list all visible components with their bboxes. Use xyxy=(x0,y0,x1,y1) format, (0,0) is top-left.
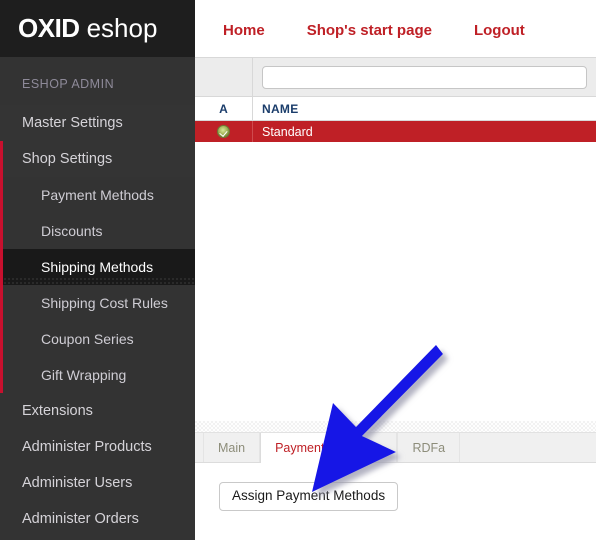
list-filter-row xyxy=(195,58,596,97)
column-header-name[interactable]: NAME xyxy=(253,97,596,120)
logo-oxid-text: OXID xyxy=(18,13,80,43)
sidebar-item-discounts[interactable]: Discounts xyxy=(0,213,195,249)
app-logo[interactable]: OXID eshop xyxy=(0,0,195,57)
sidebar-item-payment-methods[interactable]: Payment Methods xyxy=(0,177,195,213)
sidebar: OXID eshop ESHOP ADMIN Master Settings Sh… xyxy=(0,0,195,540)
sidebar-item-extensions[interactable]: Extensions xyxy=(0,393,195,429)
row-name-cell[interactable]: Standard xyxy=(253,121,596,142)
sidebar-item-shipping-cost-rules[interactable]: Shipping Cost Rules xyxy=(0,285,195,321)
sidebar-item-shop-settings[interactable]: Shop Settings xyxy=(0,141,195,177)
active-check-icon xyxy=(217,125,230,138)
sidebar-item-administer-orders[interactable]: Administer Orders xyxy=(0,501,195,537)
filter-cell-status xyxy=(195,58,253,96)
sidebar-item-administer-users[interactable]: Administer Users xyxy=(0,465,195,501)
topnav-link-home[interactable]: Home xyxy=(223,22,265,39)
sidebar-item-administer-products[interactable]: Administer Products xyxy=(0,429,195,465)
sidebar-section-label: ESHOP ADMIN xyxy=(22,77,115,91)
tab-panel-body: Assign Payment Methods xyxy=(195,463,596,511)
sidebar-item-shipping-methods[interactable]: Shipping Methods xyxy=(0,249,195,285)
search-input[interactable] xyxy=(262,65,587,89)
list-header-row: A NAME xyxy=(195,97,596,121)
sidebar-nav: Master Settings Shop Settings Payment Meth… xyxy=(0,105,195,537)
assign-payment-methods-button[interactable]: Assign Payment Methods xyxy=(219,482,399,511)
app-window: OXID eshop ESHOP ADMIN Master Settings Sh… xyxy=(0,0,596,540)
tab-rdfa[interactable]: RDFa xyxy=(397,433,461,462)
table-row[interactable]: Standard xyxy=(195,121,596,142)
list-empty-space xyxy=(195,142,596,418)
object-list-frame: A NAME Standard xyxy=(195,57,596,421)
tab-main[interactable]: Main xyxy=(203,433,261,462)
tab-obscured[interactable] xyxy=(339,433,398,462)
sidebar-item-coupon-series[interactable]: Coupon Series xyxy=(0,321,195,357)
sidebar-item-master-settings[interactable]: Master Settings xyxy=(0,105,195,141)
logo-eshop-text: eshop xyxy=(86,13,158,43)
content-area: Home Shop's start page Logout A NAME Stand… xyxy=(195,0,596,540)
detail-panel: Main Payment RDFa Assign Payment Methods xyxy=(195,421,596,540)
top-navigation: Home Shop's start page Logout xyxy=(195,4,596,57)
panel-separator xyxy=(195,421,596,433)
tab-payment[interactable]: Payment xyxy=(260,433,340,463)
tab-bar: Main Payment RDFa xyxy=(195,433,596,463)
filter-cell-name xyxy=(253,58,596,96)
column-header-active[interactable]: A xyxy=(195,97,253,120)
topnav-link-shop-s-start-page[interactable]: Shop's start page xyxy=(307,22,432,39)
row-status-cell xyxy=(195,121,253,142)
topnav-link-logout[interactable]: Logout xyxy=(474,22,525,39)
sidebar-item-gift-wrapping[interactable]: Gift Wrapping xyxy=(0,357,195,393)
